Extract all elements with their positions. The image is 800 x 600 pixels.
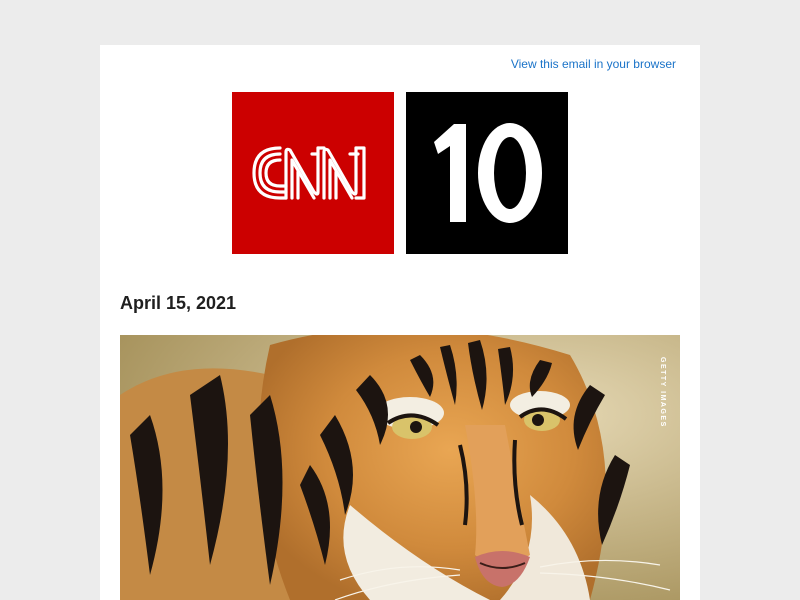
- cnn-logo-block: [232, 92, 394, 254]
- hero-tiger-image[interactable]: GETTY IMAGES: [120, 335, 680, 600]
- photo-credit: GETTY IMAGES: [659, 357, 666, 428]
- ten-logo-block: [406, 92, 568, 254]
- email-date: April 15, 2021: [120, 293, 237, 313]
- view-in-browser-link[interactable]: View this email in your browser: [511, 57, 676, 71]
- email-body: View this email in your browser April 15…: [100, 45, 700, 600]
- cnn10-logo: [232, 92, 568, 254]
